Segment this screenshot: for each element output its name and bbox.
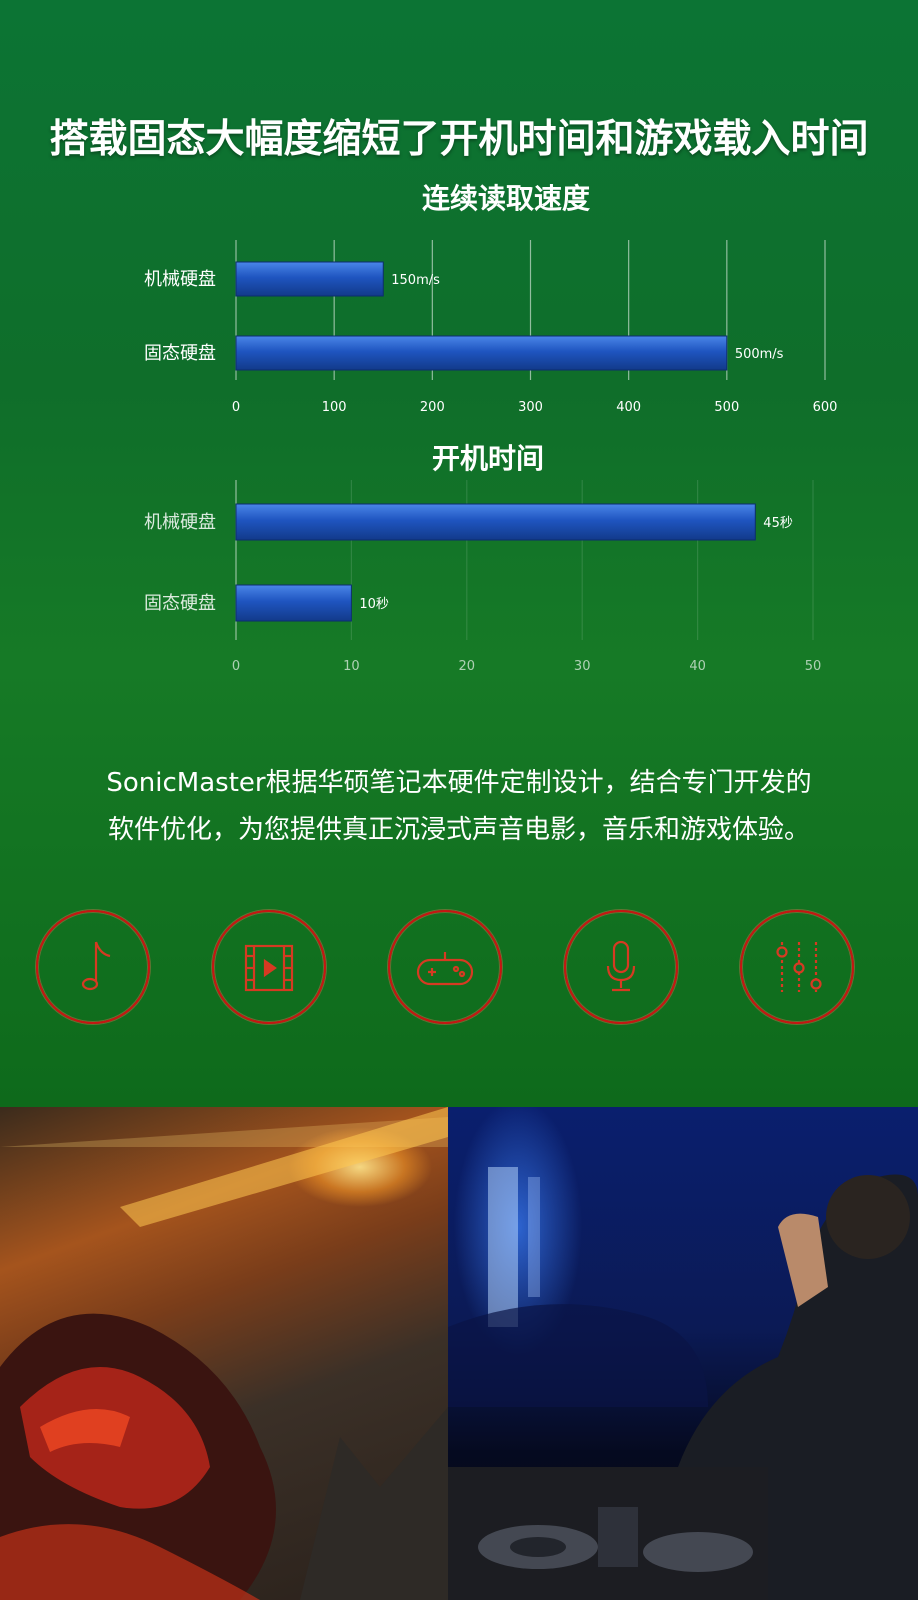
tick-label: 200 xyxy=(420,400,445,415)
description-line-2: 软件优化，为您提供真正沉浸式声音电影，音乐和游戏体验。 xyxy=(107,815,810,845)
read-speed-chart: 0 100 200 300 400 500 600 机械硬盘 150m/s 固态硬盘 500m/s xyxy=(144,240,838,415)
tick-label: 400 xyxy=(616,400,641,415)
category-label: 固态硬盘 xyxy=(144,593,216,614)
category-label: 机械硬盘 xyxy=(144,269,216,290)
description-line-1: SonicMaster根据华硕笔记本硬件定制设计，结合专门开发的 xyxy=(106,768,812,798)
boot-time-chart: 0 10 20 30 40 50 机械硬盘 45秒固态硬盘 10秒 xyxy=(144,480,822,674)
tick-label: 20 xyxy=(459,659,476,674)
data-label: 10秒 xyxy=(359,597,389,612)
page-headline: 搭载固态大幅度缩短了开机时间和游戏载入时间 xyxy=(49,117,869,162)
music-note-icon xyxy=(36,910,150,1024)
film-icon xyxy=(212,910,326,1024)
data-label: 150m/s xyxy=(391,273,440,288)
category-label: 固态硬盘 xyxy=(144,343,216,364)
tick-label: 500 xyxy=(714,400,739,415)
tick-label: 40 xyxy=(689,659,706,674)
equalizer-icon xyxy=(740,910,854,1024)
data-label: 500m/s xyxy=(735,347,784,362)
tick-label: 30 xyxy=(574,659,591,674)
bar xyxy=(235,584,352,622)
tick-label: 0 xyxy=(232,400,240,415)
tick-label: 600 xyxy=(813,400,838,415)
bar xyxy=(235,335,728,371)
tick-label: 300 xyxy=(518,400,543,415)
bar xyxy=(235,261,384,297)
bar xyxy=(235,503,756,541)
data-label: 45秒 xyxy=(763,516,793,531)
tick-label: 10 xyxy=(343,659,360,674)
tick-label: 0 xyxy=(232,659,240,674)
tick-label: 100 xyxy=(322,400,347,415)
gamepad-icon xyxy=(388,910,502,1024)
chart-title-read-speed: 连续读取速度 xyxy=(421,182,590,215)
tick-label: 50 xyxy=(805,659,822,674)
game-scene-photo xyxy=(0,1107,448,1600)
microphone-icon xyxy=(564,910,678,1024)
category-label: 机械硬盘 xyxy=(144,512,216,533)
dj-photo xyxy=(448,1107,918,1600)
